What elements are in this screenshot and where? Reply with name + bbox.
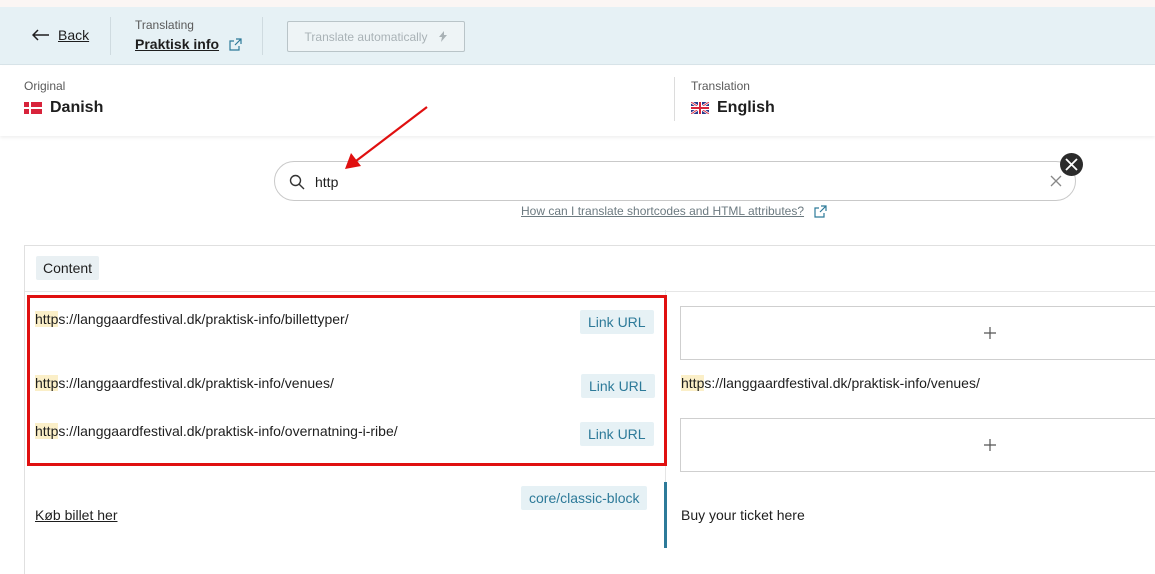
original-language-name: Danish [50,99,104,116]
help-link[interactable]: How can I translate shortcodes and HTML … [521,204,804,218]
external-link-icon [229,37,242,51]
search-field[interactable]: http [274,161,1076,201]
search-highlight: http [681,375,705,391]
add-translation-button[interactable] [680,418,1155,472]
search-icon [289,174,305,190]
translated-url-row[interactable]: https://langgaardfestival.dk/praktisk-in… [681,375,980,391]
header-divider [262,17,263,55]
translated-text-row[interactable]: Buy your ticket here [681,507,805,523]
page-title-link[interactable]: Praktisk info [135,36,242,52]
original-label: Original [24,79,66,93]
translation-language-name: English [717,99,775,116]
panel-header: Content [25,246,1155,292]
translating-label: Translating [135,18,194,32]
uk-flag-icon [691,102,709,114]
editor-header: Back Translating Praktisk info Translate… [0,7,1155,65]
translate-automatically-button[interactable]: Translate automatically [287,21,465,52]
translated-url-rest: s://langgaardfestival.dk/praktisk-info/v… [704,375,980,391]
translation-label: Translation [691,79,750,93]
classic-block-tag: core/classic-block [521,486,648,510]
back-button[interactable]: Back [32,27,89,43]
search-input[interactable]: http [315,174,338,190]
add-translation-button[interactable] [680,306,1155,360]
clear-search-icon[interactable] [1049,174,1063,188]
original-language: Original Danish [24,79,103,117]
section-tag: Content [36,256,100,280]
translating-info: Translating Praktisk info [135,18,242,52]
translate-automatically-label: Translate automatically [304,29,428,44]
plus-icon [984,439,996,451]
header-divider [110,17,111,55]
page-title: Praktisk info [135,36,220,52]
source-text-row[interactable]: Køb billet her [35,507,117,523]
annotation-highlight-box [27,295,667,466]
language-divider [674,77,675,121]
active-row-indicator [664,482,667,548]
back-label: Back [58,27,90,43]
lightning-icon [439,31,448,42]
plus-icon [984,327,996,339]
arrow-left-icon [32,29,49,41]
external-link-icon[interactable] [814,204,827,218]
translation-language: Translation English [691,79,775,117]
language-bar: Original Danish Translation English [0,66,1155,136]
help-link-row: How can I translate shortcodes and HTML … [521,204,827,218]
close-icon [1065,158,1078,171]
danish-flag-icon [24,102,42,114]
close-search-button[interactable] [1060,153,1083,176]
top-strip [0,0,1155,7]
